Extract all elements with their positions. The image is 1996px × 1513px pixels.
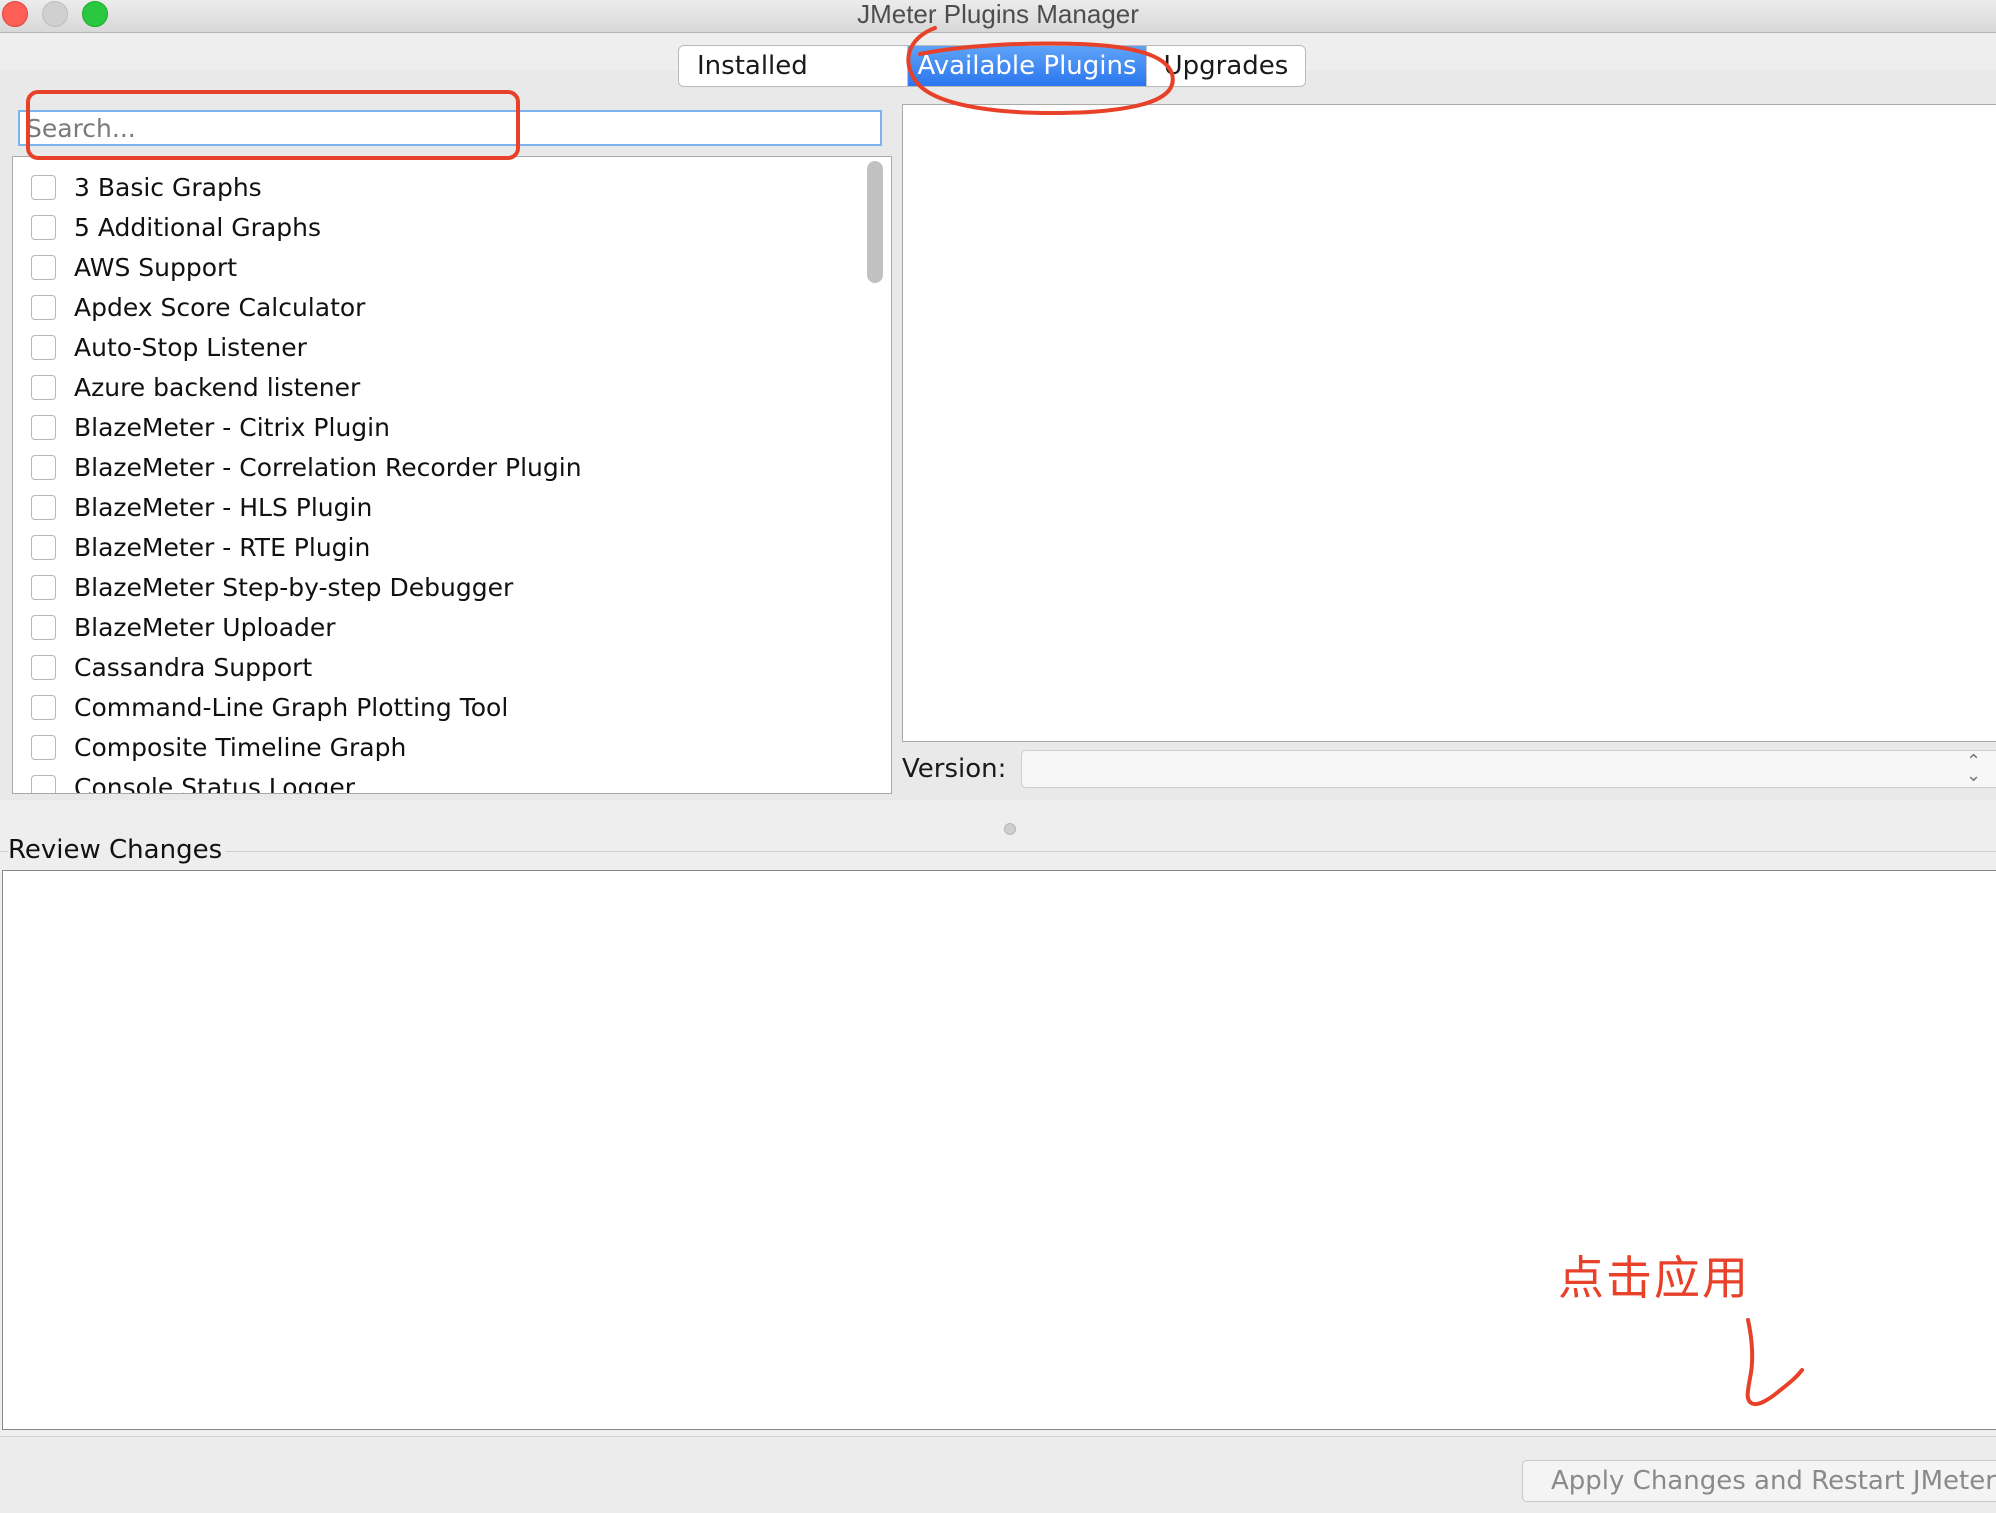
plugin-checkbox[interactable] (31, 734, 56, 760)
plugin-checkbox[interactable] (31, 774, 56, 793)
list-item[interactable]: Console Status Logger (13, 767, 891, 794)
plugin-checkbox[interactable] (31, 374, 56, 400)
plugin-label: Console Status Logger (74, 772, 355, 794)
annotation-arrow-icon (1745, 1318, 1804, 1407)
list-item[interactable]: AWS Support (13, 247, 891, 287)
list-item[interactable]: BlazeMeter - Correlation Recorder Plugin (13, 447, 891, 487)
annotation-text: 点击应用 (1558, 1251, 1750, 1305)
list-item[interactable]: BlazeMeter - HLS Plugin (13, 487, 891, 527)
plugin-label: Azure backend listener (74, 372, 361, 402)
list-item[interactable]: Apdex Score Calculator (13, 287, 891, 327)
review-changes-area (2, 870, 1996, 1430)
plugin-checkbox[interactable] (31, 574, 56, 600)
list-item[interactable]: BlazeMeter - Citrix Plugin (13, 407, 891, 447)
plugin-label: BlazeMeter - HLS Plugin (74, 492, 373, 522)
plugin-list: 3 Basic Graphs 5 Additional Graphs AWS S… (13, 157, 891, 794)
plugin-label: Apdex Score Calculator (74, 292, 366, 322)
scroll-thumb[interactable] (867, 161, 883, 283)
plugin-checkbox[interactable] (31, 654, 56, 680)
plugin-checkbox[interactable] (31, 174, 56, 200)
tab-available-plugins[interactable]: Available Plugins (908, 46, 1147, 86)
tab-installed-plugins[interactable]: Installed Plugins (679, 46, 908, 86)
splitter-handle[interactable] (1004, 823, 1016, 835)
list-item[interactable]: 3 Basic Graphs (13, 167, 891, 207)
plugin-list-panel: 3 Basic Graphs 5 Additional Graphs AWS S… (12, 156, 892, 794)
plugin-label: Auto-Stop Listener (74, 332, 307, 362)
plugin-checkbox[interactable] (31, 294, 56, 320)
plugin-label: BlazeMeter - Citrix Plugin (74, 412, 390, 442)
list-item[interactable]: 5 Additional Graphs (13, 207, 891, 247)
plugin-checkbox[interactable] (31, 454, 56, 480)
plugin-checkbox[interactable] (31, 614, 56, 640)
version-select[interactable] (1021, 750, 1996, 788)
plugin-checkbox[interactable] (31, 214, 56, 240)
plugin-label: Command-Line Graph Plotting Tool (74, 692, 509, 722)
tab-upgrades[interactable]: Upgrades (1147, 46, 1305, 86)
list-item[interactable]: BlazeMeter Uploader (13, 607, 891, 647)
plugin-label: BlazeMeter Step-by-step Debugger (74, 572, 514, 602)
plugin-label: Composite Timeline Graph (74, 732, 407, 762)
list-item[interactable]: Azure backend listener (13, 367, 891, 407)
plugin-label: BlazeMeter - Correlation Recorder Plugin (74, 452, 582, 482)
plugin-checkbox[interactable] (31, 254, 56, 280)
search-input[interactable] (18, 110, 882, 146)
plugin-checkbox[interactable] (31, 534, 56, 560)
version-label: Version: (902, 754, 1007, 784)
list-item[interactable]: BlazeMeter - RTE Plugin (13, 527, 891, 567)
plugin-label: BlazeMeter Uploader (74, 612, 336, 642)
list-item[interactable]: Cassandra Support (13, 647, 891, 687)
window-title: JMeter Plugins Manager (857, 0, 1139, 29)
plugin-checkbox[interactable] (31, 414, 56, 440)
plugin-label: AWS Support (74, 252, 238, 282)
window-titlebar: JMeter Plugins Manager (0, 0, 1996, 33)
plugin-details-panel (902, 104, 1996, 742)
list-item[interactable]: Command-Line Graph Plotting Tool (13, 687, 891, 727)
review-changes-title: Review Changes (8, 835, 227, 865)
plugin-label: Cassandra Support (74, 652, 313, 682)
list-item[interactable]: Auto-Stop Listener (13, 327, 891, 367)
plugin-checkbox[interactable] (31, 494, 56, 520)
plugin-label: 3 Basic Graphs (74, 172, 262, 202)
tab-bar: Installed Plugins Available Plugins Upgr… (678, 45, 1306, 87)
plugin-checkbox[interactable] (31, 334, 56, 360)
apply-changes-button[interactable]: Apply Changes and Restart JMeter (1522, 1460, 1996, 1502)
plugin-label: BlazeMeter - RTE Plugin (74, 532, 371, 562)
plugin-label: 5 Additional Graphs (74, 212, 322, 242)
plugin-checkbox[interactable] (31, 694, 56, 720)
chevron-up-down-icon[interactable]: ⌃ ⌄ (1966, 753, 1981, 785)
list-item[interactable]: Composite Timeline Graph (13, 727, 891, 767)
list-item[interactable]: BlazeMeter Step-by-step Debugger (13, 567, 891, 607)
plugin-list-scrollbar[interactable] (867, 161, 883, 787)
review-divider (0, 851, 1996, 852)
